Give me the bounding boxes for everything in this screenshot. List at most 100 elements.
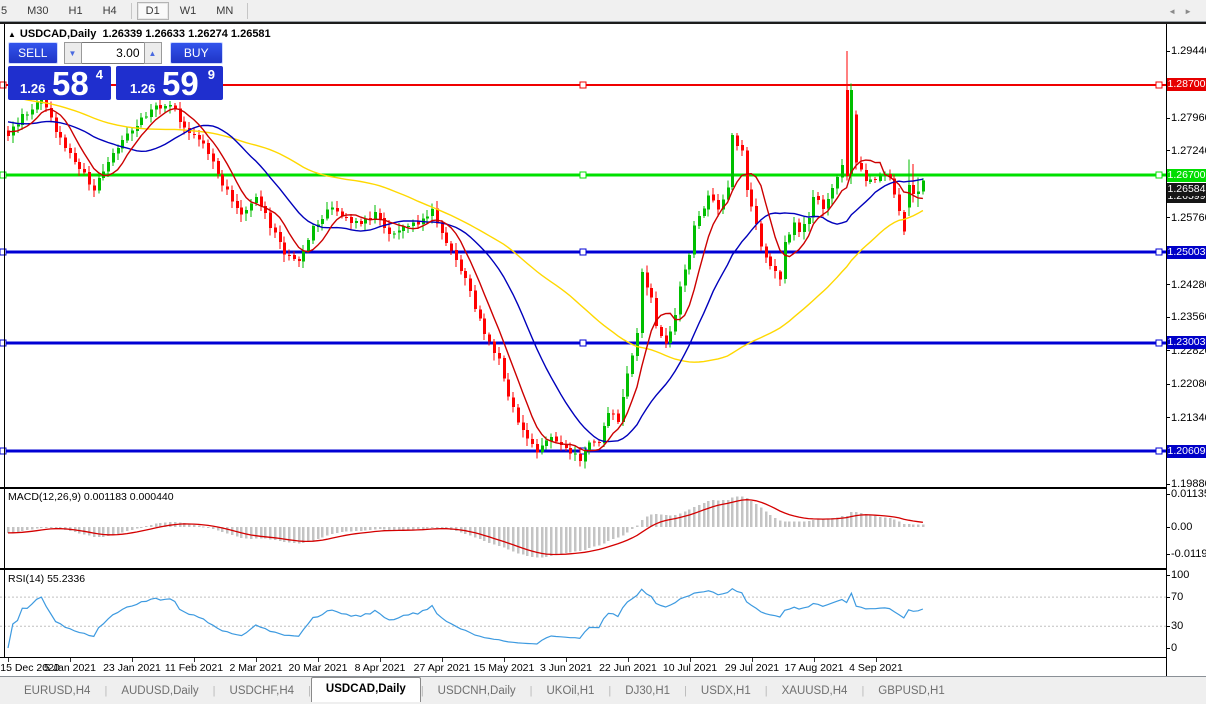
buy-price-point: 9	[207, 67, 215, 82]
rsi-tick-mark	[1166, 648, 1170, 649]
chevron-down-icon: ▼	[68, 48, 77, 58]
toolbar-separator	[130, 2, 132, 19]
date-tick-label: 27 Apr 2021	[413, 662, 471, 674]
price-tick-mark	[1166, 217, 1170, 218]
rsi-tick-label: 30	[1171, 620, 1184, 633]
macd-tick-mark	[1166, 494, 1170, 495]
macd-tick-mark	[1166, 554, 1170, 555]
macd-pane[interactable]	[0, 489, 1166, 568]
tab-ukoil-h1[interactable]: UKOil,H1	[532, 681, 608, 701]
buy-price-pips: 59	[162, 65, 199, 102]
rsi-tick-label: 0	[1171, 642, 1178, 654]
tab-audusd-daily[interactable]: AUDUSD,Daily	[107, 681, 212, 701]
price-tick-label: 1.27960	[1171, 112, 1206, 125]
volume-increase-button[interactable]: ▲	[143, 42, 162, 64]
tab-dj30-h1[interactable]: DJ30,H1	[611, 681, 684, 701]
date-tick-label: 17 Aug 2021	[784, 662, 844, 674]
macd-label: MACD(12,26,9) 0.001183 0.000440	[8, 491, 174, 503]
macd-histogram	[7, 496, 925, 558]
timeframe-button-5[interactable]: 5	[0, 2, 16, 20]
date-tick-label: 20 Mar 2021	[288, 662, 348, 674]
rsi-pane[interactable]	[0, 570, 1166, 657]
price-tick-mark	[1166, 484, 1170, 485]
timeframe-button-h4[interactable]: H4	[94, 2, 126, 20]
chevron-up-icon: ▲	[148, 48, 157, 58]
buy-button[interactable]: BUY	[169, 42, 223, 64]
price-tick-mark	[1166, 150, 1170, 151]
timeframe-button-mn[interactable]: MN	[207, 2, 242, 20]
rsi-tick-label: 70	[1171, 591, 1184, 604]
timeframe-button-m30[interactable]: M30	[18, 2, 57, 20]
volume-decrease-button[interactable]: ▼	[63, 42, 82, 64]
price-tick-label: 1.25760	[1171, 211, 1206, 224]
mt4-chart-window: 5 M30 H1 H4 D1 W1 MN ▲ USDCAD,Daily 1.26339 1.2…	[0, 0, 1206, 704]
price-level-badge: 1.20609	[1167, 445, 1206, 458]
macd-tick-label: 0.01135	[1171, 488, 1206, 500]
sell-button[interactable]: SELL	[8, 42, 58, 64]
tab-eurusd-h4[interactable]: EURUSD,H4	[10, 681, 104, 701]
tab-scroll-left-icon[interactable]: ◄	[1168, 7, 1184, 16]
candles-layer	[7, 51, 925, 469]
date-tick-label: 2 Mar 2021	[229, 662, 283, 674]
date-tick-label: 15 May 2021	[473, 662, 535, 674]
tab-usdchf-h4[interactable]: USDCHF,H4	[216, 681, 309, 701]
date-tick-label: 8 Apr 2021	[354, 662, 406, 674]
timeframe-toolbar: 5 M30 H1 H4 D1 W1 MN	[0, 0, 1206, 22]
price-tick-label: 1.29440	[1171, 45, 1206, 57]
tab-usdx-h1[interactable]: USDX,H1	[687, 681, 765, 701]
timeframe-button-d1[interactable]: D1	[136, 1, 169, 20]
price-tick-label: 1.21340	[1171, 411, 1206, 424]
date-tick-label: 11 Feb 2021	[164, 662, 224, 674]
tab-gbpusd-h1[interactable]: GBPUSD,H1	[864, 681, 958, 701]
sell-price-point: 4	[95, 67, 103, 82]
price-tick-label: 1.27240	[1171, 144, 1206, 157]
timeframe-button-h1[interactable]: H1	[60, 2, 92, 20]
rsi-tick-mark	[1166, 597, 1170, 598]
price-tick-label: 1.22080	[1171, 378, 1206, 391]
date-tick-label: 5 Jan 2021	[44, 662, 96, 674]
price-tick-mark	[1166, 284, 1170, 285]
macd-tick-mark	[1166, 527, 1170, 528]
price-tick-mark	[1166, 384, 1170, 385]
tab-usdcnh-daily[interactable]: USDCNH,Daily	[424, 681, 530, 701]
price-level-badge: 1.26700	[1167, 169, 1206, 182]
price-tick-label: 1.23560	[1171, 311, 1206, 324]
price-tick-mark	[1166, 317, 1170, 318]
date-tick-label: 3 Jun 2021	[540, 662, 592, 674]
volume-input[interactable]	[81, 42, 144, 64]
sell-price-pips: 58	[52, 65, 89, 102]
tab-xauusd-h4[interactable]: XAUUSD,H4	[768, 681, 862, 701]
price-tick-mark	[1166, 51, 1170, 52]
rsi-label: RSI(14) 55.2336	[8, 573, 86, 585]
toolbar-separator	[247, 2, 249, 19]
date-tick-label: 10 Jul 2021	[662, 662, 718, 674]
price-level-badge: 1.25003	[1167, 246, 1206, 259]
volume-stepper: ▼ ▲	[63, 42, 162, 64]
buy-price-display[interactable]: 1.26 59 9	[116, 66, 223, 100]
buy-price-base: 1.26	[130, 81, 156, 96]
date-axis[interactable]: 15 Dec 2020 5 Jan 2021 23 Jan 2021 11 Feb 2…	[0, 658, 1166, 676]
price-tick-mark	[1166, 350, 1170, 351]
sell-price-base: 1.26	[20, 81, 46, 96]
chart-tab-bar: EURUSD,H4 | AUDUSD,Daily | USDCHF,H4 | USDCAD,…	[0, 677, 1206, 704]
rsi-tick-mark	[1166, 575, 1170, 576]
tab-scroll-right-icon[interactable]: ►	[1184, 7, 1200, 16]
date-tick-label: 4 Sep 2021	[849, 662, 903, 674]
tab-scroll-arrows: ◄►	[1168, 7, 1200, 16]
macd-tick-label: 0.00	[1171, 521, 1193, 533]
price-level-badge: 1.26584	[1167, 183, 1206, 196]
price-tick-label: 1.24280	[1171, 278, 1206, 291]
price-level-badge: 1.23003	[1167, 336, 1206, 349]
tab-usdcad-daily[interactable]: USDCAD,Daily	[310, 677, 421, 702]
macd-tick-label: -0.01190	[1171, 548, 1206, 560]
one-click-trading-panel: SELL ▼ ▲ BUY 1.26 58 4 1.26 59 9	[8, 42, 223, 100]
rsi-tick-mark	[1166, 626, 1170, 627]
sell-price-display[interactable]: 1.26 58 4	[8, 66, 111, 100]
date-tick-label: 22 Jun 2021	[599, 662, 657, 674]
timeframe-button-w1[interactable]: W1	[171, 2, 206, 20]
price-tick-mark	[1166, 118, 1170, 119]
price-level-badge: 1.28700	[1167, 78, 1206, 91]
price-tick-mark	[1166, 417, 1170, 418]
rsi-tick-label: 100	[1171, 569, 1190, 582]
date-tick-label: 23 Jan 2021	[103, 662, 161, 674]
